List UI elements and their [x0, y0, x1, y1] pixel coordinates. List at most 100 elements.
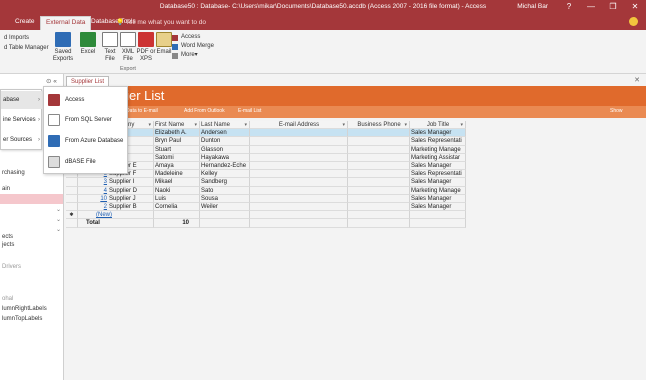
record-selector[interactable]: [66, 186, 78, 195]
chevron-down-icon[interactable]: ⌄: [56, 216, 61, 223]
cell-email[interactable]: [250, 170, 348, 179]
menu-item-azure-database[interactable]: From Azure Database: [48, 131, 123, 151]
cell-email[interactable]: [250, 186, 348, 195]
new-record-link[interactable]: (New): [96, 212, 112, 218]
nav-selected-item[interactable]: [0, 194, 63, 204]
menu-item-sql-server[interactable]: From SQL Server: [48, 110, 112, 130]
cell-email[interactable]: [250, 137, 348, 146]
cell-last[interactable]: Sandberg: [200, 178, 250, 187]
cell-last[interactable]: Kelley: [200, 170, 250, 179]
menu-item-online-services[interactable]: ine Services ›: [1, 111, 43, 129]
cell-email[interactable]: [250, 162, 348, 171]
cell-last[interactable]: Glasson: [200, 145, 250, 154]
record-id-link[interactable]: 4: [79, 187, 109, 194]
saved-exports-button[interactable]: Saved Exports: [52, 32, 74, 63]
tab-create[interactable]: Create: [10, 16, 40, 30]
nav-item-main[interactable]: ain: [2, 186, 10, 192]
record-selector[interactable]: [66, 194, 78, 203]
chevron-down-icon[interactable]: ▾: [460, 121, 463, 128]
nav-item-projects[interactable]: jects: [2, 242, 14, 248]
cell-title[interactable]: Sales Manager: [410, 194, 466, 203]
new-record-cell[interactable]: (New): [78, 211, 154, 220]
cell-company[interactable]: 10 Supplier J: [78, 194, 154, 203]
record-id-link[interactable]: 2: [79, 203, 109, 210]
user-name[interactable]: Michal Bar: [517, 3, 548, 10]
cell-title[interactable]: [410, 211, 466, 220]
record-selector[interactable]: [66, 178, 78, 187]
cell-company[interactable]: 3 Supplier I: [78, 178, 154, 187]
column-header-last-name[interactable]: Last Name ▾: [200, 121, 250, 130]
cell-last[interactable]: Sato: [200, 186, 250, 195]
help-icon[interactable]: ?: [558, 0, 580, 14]
cell-first[interactable]: Luis: [154, 194, 200, 203]
cell-phone[interactable]: [348, 194, 410, 203]
cell-email[interactable]: [250, 194, 348, 203]
cell-title[interactable]: Sales Representati: [410, 170, 466, 179]
chevron-down-icon[interactable]: ⌄: [56, 226, 61, 233]
record-selector[interactable]: [66, 203, 78, 212]
chevron-down-icon[interactable]: ▾: [342, 121, 345, 128]
new-record-star-icon[interactable]: ✱: [66, 211, 78, 220]
cell-last[interactable]: Hernandez-Eche: [200, 162, 250, 171]
cell-first[interactable]: Mikael: [154, 178, 200, 187]
cell-first[interactable]: Amaya: [154, 162, 200, 171]
nav-item-column-right-labels[interactable]: lumnRightLabels: [2, 306, 47, 312]
cell-email[interactable]: [250, 203, 348, 212]
cell-last[interactable]: Andersen: [200, 129, 250, 138]
linked-table-manager-label[interactable]: d Table Manager: [4, 43, 49, 53]
chevron-down-icon[interactable]: ▾: [244, 121, 247, 128]
chevron-down-icon[interactable]: ▾: [404, 121, 407, 128]
word-merge-item[interactable]: Word Merge: [172, 42, 214, 51]
pdf-export-button[interactable]: PDF or XPS: [136, 32, 156, 63]
menu-item-other-sources[interactable]: er Sources ›: [1, 131, 43, 149]
cell-company[interactable]: 2 Supplier B: [78, 203, 154, 212]
email-list-button[interactable]: E-mail List: [238, 108, 261, 114]
xml-file-export-button[interactable]: XML File: [120, 32, 136, 63]
cell-first[interactable]: Elizabeth A.: [154, 129, 200, 138]
cell-title[interactable]: Marketing Manage: [410, 145, 466, 154]
menu-item-dbase-file[interactable]: dBASE File: [48, 152, 96, 172]
record-id-link[interactable]: 10: [79, 195, 109, 202]
total-value[interactable]: 10: [154, 219, 200, 228]
column-header-job-title[interactable]: Job Title ▾: [410, 121, 466, 130]
cell-email[interactable]: [250, 129, 348, 138]
cell-email[interactable]: [250, 178, 348, 187]
cell-company[interactable]: 4 Supplier D: [78, 186, 154, 195]
cell-phone[interactable]: [348, 186, 410, 195]
chevron-down-icon[interactable]: ▾: [194, 121, 197, 128]
search-icon[interactable]: ⊙: [46, 78, 51, 85]
collapse-pane-icon[interactable]: «: [53, 78, 57, 85]
table-row[interactable]: 2 Supplier B Cornelia Weiler Sales Manager: [66, 203, 466, 212]
cell-phone[interactable]: [348, 178, 410, 187]
new-record-row[interactable]: ✱ (New): [66, 211, 466, 220]
cell-first[interactable]: Naoki: [154, 186, 200, 195]
table-row[interactable]: 4 Supplier D Naoki Sato Marketing Manage: [66, 186, 466, 195]
cell-first[interactable]: Stuart: [154, 145, 200, 154]
table-row[interactable]: 10 Supplier J Luis Sousa Sales Manager: [66, 194, 466, 203]
column-header-first-name[interactable]: First Name ▾: [154, 121, 200, 130]
cell-last[interactable]: Sousa: [200, 194, 250, 203]
cell-phone[interactable]: [348, 137, 410, 146]
chevron-down-icon[interactable]: ▾: [148, 121, 151, 128]
cell-last[interactable]: [200, 211, 250, 220]
feedback-smiley-icon[interactable]: [629, 17, 638, 26]
minimize-icon[interactable]: —: [580, 0, 602, 14]
cell-first[interactable]: Satomi: [154, 153, 200, 162]
cell-first[interactable]: Bryn Paul: [154, 137, 200, 146]
excel-export-button[interactable]: Excel: [80, 32, 96, 56]
text-file-export-button[interactable]: Text File: [102, 32, 118, 63]
chevron-down-icon[interactable]: ⌄: [56, 206, 61, 213]
cell-last[interactable]: Weiler: [200, 203, 250, 212]
cell-email[interactable]: [250, 211, 348, 220]
more-export-item[interactable]: More ▾: [172, 51, 214, 60]
close-icon[interactable]: ✕: [634, 76, 640, 84]
close-icon[interactable]: ✕: [624, 0, 646, 14]
cell-title[interactable]: Sales Representati: [410, 137, 466, 146]
cell-phone[interactable]: [348, 203, 410, 212]
column-header-business-phone[interactable]: Business Phone ▾: [348, 121, 410, 130]
cell-first[interactable]: Cornelia: [154, 203, 200, 212]
nav-item-drivers[interactable]: Drivers: [2, 264, 21, 270]
table-row[interactable]: 3 Supplier I Mikael Sandberg Sales Manager: [66, 178, 466, 187]
cell-last[interactable]: Hayakawa: [200, 153, 250, 162]
linked-imports-label[interactable]: d Imports: [4, 33, 49, 43]
